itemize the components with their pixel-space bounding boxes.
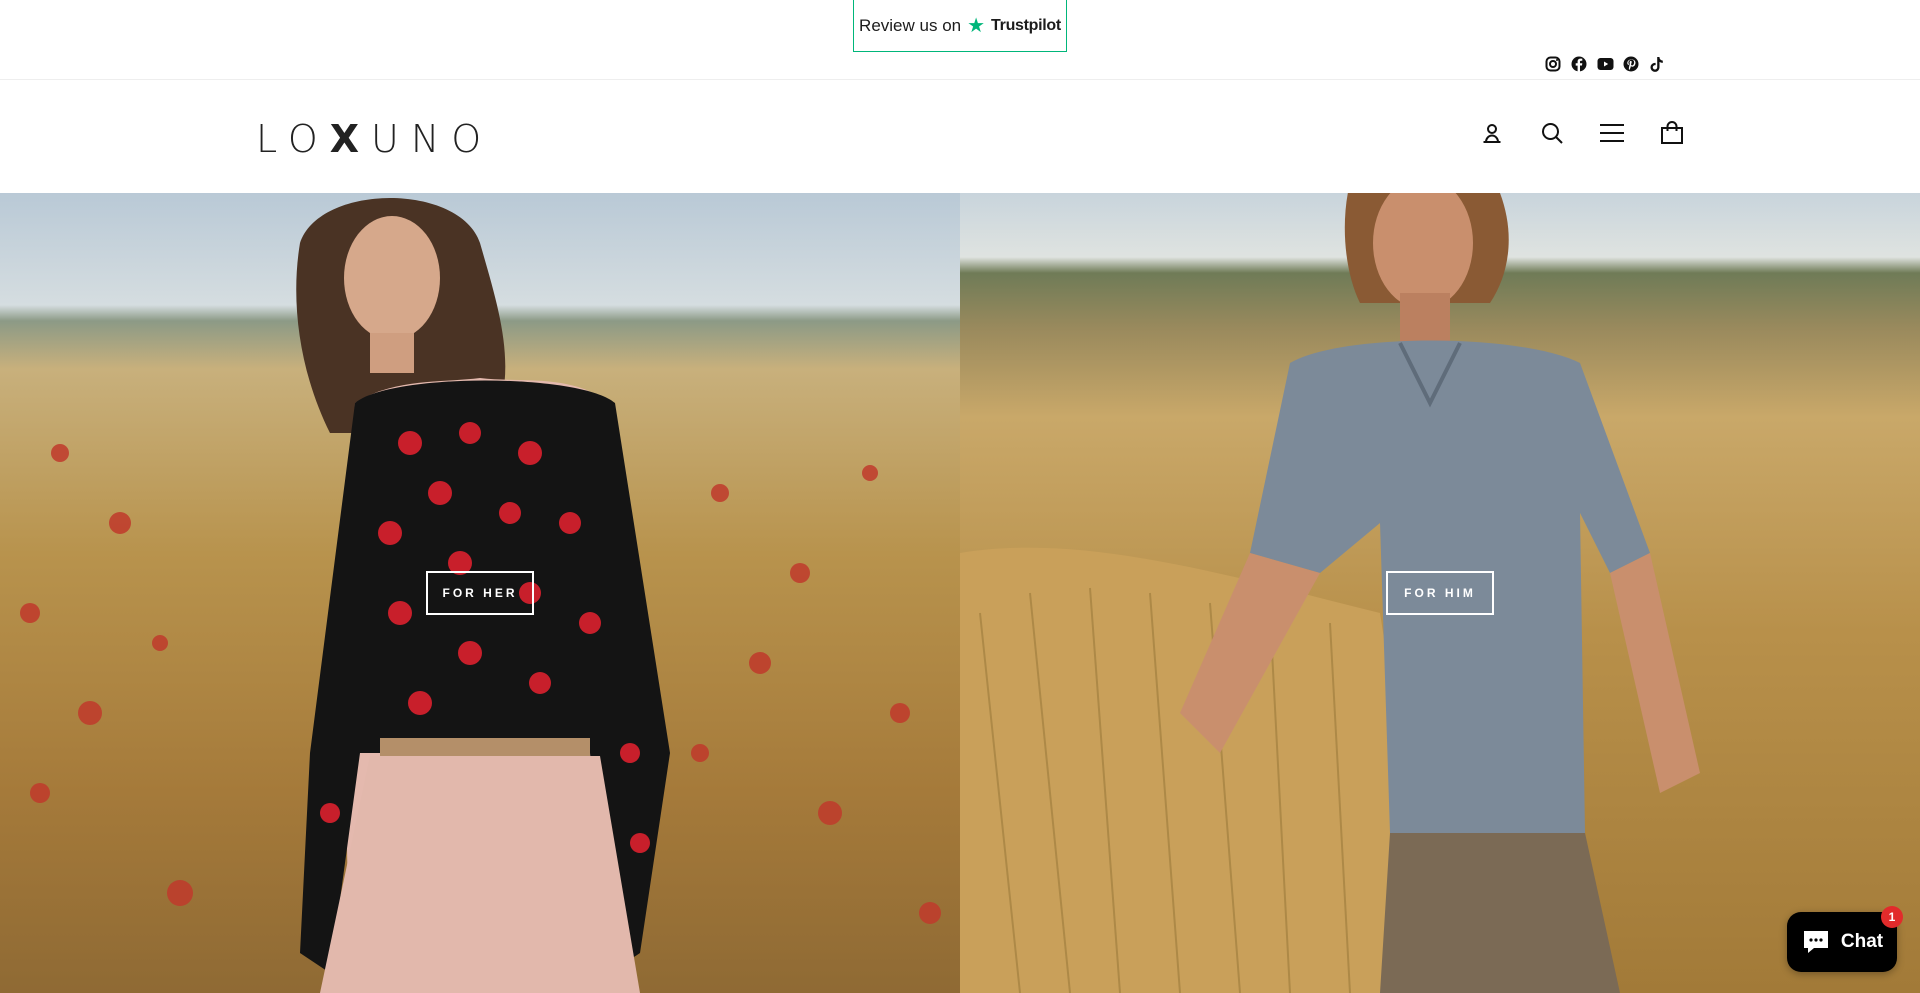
youtube-icon[interactable] bbox=[1596, 55, 1614, 73]
site-header: LO X UNO bbox=[0, 81, 1920, 193]
for-him-button[interactable]: FOR HIM bbox=[1386, 571, 1494, 615]
hero-banner: FOR HER FOR HIM bbox=[0, 193, 1920, 993]
trustpilot-brand: Trustpilot bbox=[991, 16, 1061, 34]
trustpilot-prefix: Review us on bbox=[859, 15, 962, 35]
search-icon[interactable] bbox=[1538, 119, 1566, 147]
chat-widget-button[interactable]: Chat 1 bbox=[1787, 906, 1903, 972]
menu-icon[interactable] bbox=[1598, 119, 1626, 147]
brand-logo[interactable]: LO X UNO bbox=[256, 117, 494, 161]
instagram-icon[interactable] bbox=[1544, 55, 1562, 73]
header-actions bbox=[1478, 119, 1686, 147]
social-links bbox=[1544, 55, 1666, 73]
hero-panel-him[interactable]: FOR HIM bbox=[960, 193, 1920, 993]
facebook-icon[interactable] bbox=[1570, 55, 1588, 73]
chat-label: Chat bbox=[1840, 931, 1884, 952]
announcement-bar: Review us on ★ Trustpilot bbox=[0, 0, 1920, 80]
chat-bubble-icon bbox=[1803, 931, 1828, 953]
logo-text-left: LO bbox=[256, 117, 330, 161]
account-icon[interactable] bbox=[1478, 119, 1506, 147]
for-her-button[interactable]: FOR HER bbox=[426, 571, 534, 615]
tiktok-icon[interactable] bbox=[1648, 55, 1666, 73]
hero-panel-her[interactable]: FOR HER bbox=[0, 193, 960, 993]
chat-notification-badge: 1 bbox=[1881, 906, 1903, 928]
logo-text-x: X bbox=[329, 117, 372, 161]
trustpilot-review-button[interactable]: Review us on ★ Trustpilot bbox=[853, 0, 1067, 52]
logo-text-right: UNO bbox=[371, 117, 494, 161]
pinterest-icon[interactable] bbox=[1622, 55, 1640, 73]
cart-icon[interactable] bbox=[1658, 119, 1686, 147]
trustpilot-star-icon: ★ bbox=[967, 14, 986, 37]
